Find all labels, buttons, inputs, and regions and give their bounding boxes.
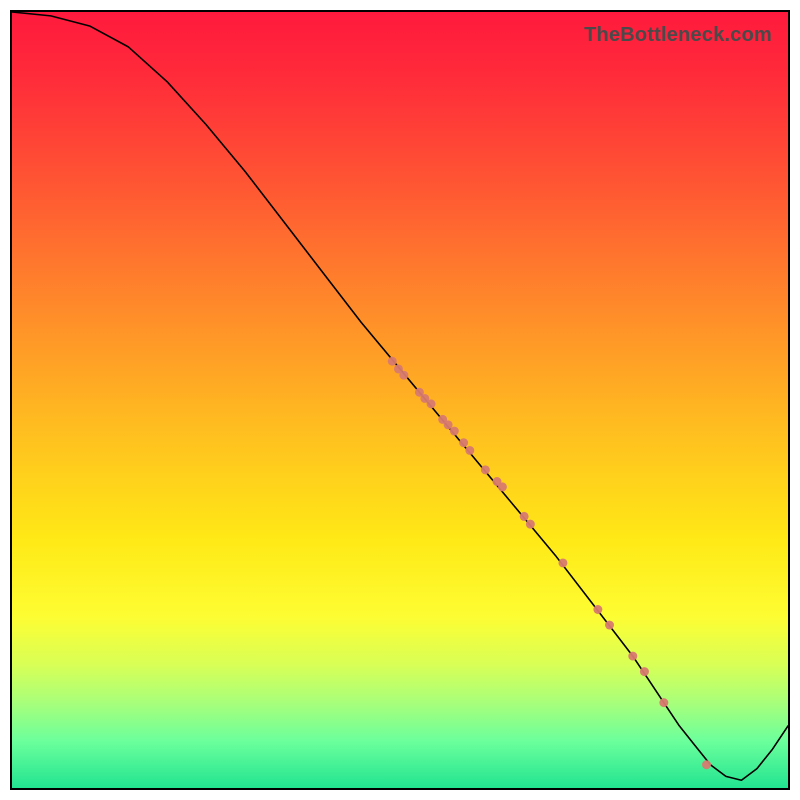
data-point: [427, 399, 436, 408]
bottleneck-curve: [12, 12, 788, 780]
plot-area: TheBottleneck.com: [10, 10, 790, 790]
data-point: [659, 698, 668, 707]
data-point: [394, 364, 403, 373]
data-point: [415, 388, 424, 397]
data-point: [399, 371, 408, 380]
data-point: [628, 652, 637, 661]
data-point: [520, 512, 529, 521]
data-point: [388, 357, 397, 366]
data-point: [605, 621, 614, 630]
chart-container: TheBottleneck.com: [0, 0, 800, 800]
data-point: [526, 520, 535, 529]
data-point: [558, 558, 567, 567]
data-point: [481, 465, 490, 474]
data-point: [498, 482, 507, 491]
data-point: [438, 415, 447, 424]
data-point: [459, 438, 468, 447]
data-point: [493, 477, 502, 486]
data-point: [640, 667, 649, 676]
chart-svg: [12, 12, 788, 788]
data-point: [593, 605, 602, 614]
data-point: [465, 446, 474, 455]
data-point: [450, 427, 459, 436]
attribution-label: TheBottleneck.com: [584, 24, 772, 47]
data-point: [702, 760, 711, 769]
data-point: [444, 420, 453, 429]
scatter-group: [388, 357, 711, 769]
data-point: [420, 394, 429, 403]
